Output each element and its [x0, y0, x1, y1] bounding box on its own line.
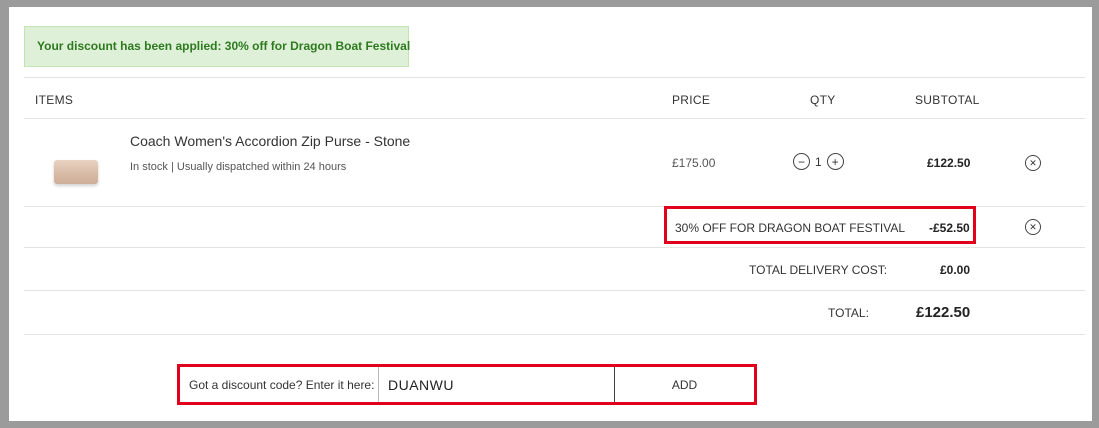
- header-subtotal: SUBTOTAL: [915, 93, 980, 107]
- divider: [24, 290, 1085, 291]
- banner-message: Your discount has been applied: 30% off …: [37, 39, 411, 53]
- delivery-cost-label: TOTAL DELIVERY COST:: [749, 263, 888, 277]
- add-discount-button[interactable]: ADD: [615, 367, 754, 402]
- cart-panel: Your discount has been applied: 30% off …: [9, 7, 1092, 421]
- total-label: TOTAL:: [828, 306, 869, 320]
- divider: [24, 118, 1085, 119]
- product-image[interactable]: [54, 160, 98, 184]
- divider: [24, 334, 1085, 335]
- item-price: £175.00: [672, 156, 716, 170]
- discount-code-input[interactable]: [378, 367, 615, 402]
- minus-circle-icon[interactable]: −: [793, 153, 810, 170]
- discount-amount: -£52.50: [929, 221, 970, 235]
- header-price: PRICE: [672, 93, 711, 107]
- item-subtotal: £122.50: [927, 156, 971, 170]
- close-circle-icon[interactable]: ✕: [1025, 155, 1041, 171]
- plus-circle-icon[interactable]: +: [826, 153, 844, 170]
- delivery-cost-value: £0.00: [940, 263, 971, 277]
- product-name-link[interactable]: Coach Women's Accordion Zip Purse - Ston…: [130, 133, 410, 149]
- divider: [24, 247, 1085, 248]
- discount-code-form: Got a discount code? Enter it here: ADD: [177, 364, 757, 405]
- stock-status: In stock | Usually dispatched within 24 …: [130, 161, 347, 173]
- discount-applied-banner: Your discount has been applied: 30% off …: [24, 26, 411, 67]
- discount-label: 30% OFF FOR DRAGON BOAT FESTIVAL: [675, 221, 906, 235]
- quantity-stepper: − 1 +: [793, 153, 844, 170]
- quantity-value: 1: [815, 154, 822, 169]
- header-qty: QTY: [810, 93, 836, 107]
- close-circle-icon[interactable]: ✕: [1025, 219, 1041, 235]
- total-value: £122.50: [916, 304, 971, 321]
- header-items: ITEMS: [35, 93, 74, 107]
- discount-code-label: Got a discount code? Enter it here:: [189, 377, 375, 392]
- divider: [24, 77, 1085, 78]
